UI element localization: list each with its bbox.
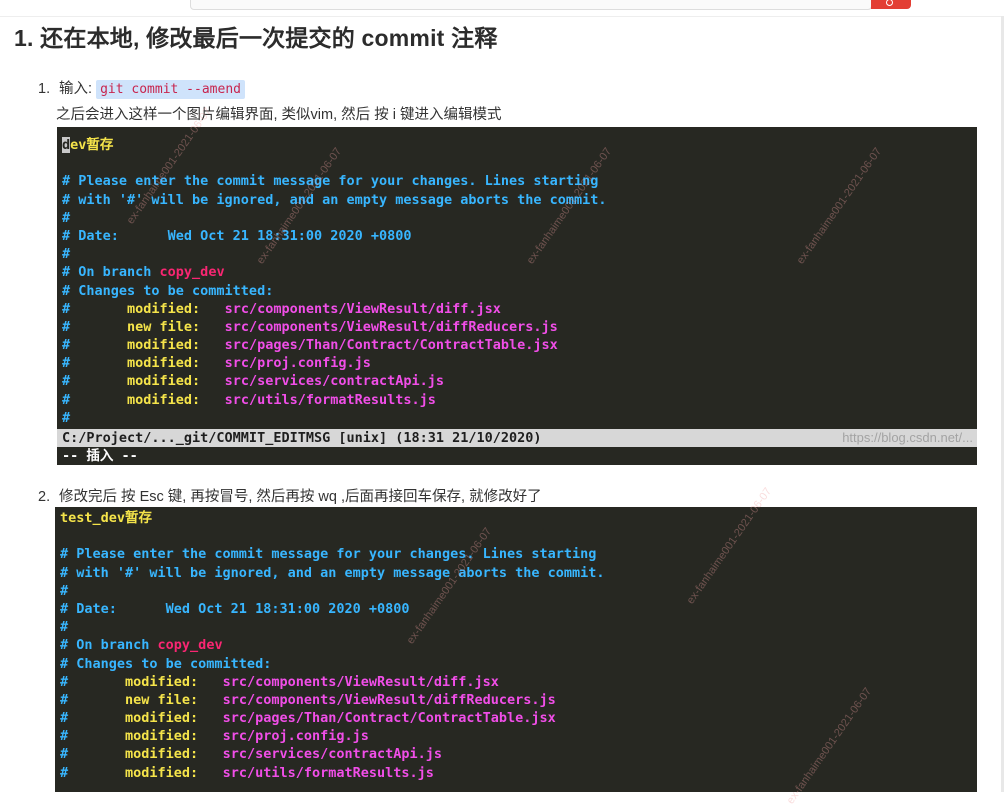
file-path: src/components/ViewResult/diff.jsx [222, 673, 499, 690]
terminal-line: # Date: Wed Oct 21 18:31:00 2020 +0800 [60, 600, 410, 617]
branch-prefix: # On branch [60, 637, 158, 654]
comment-hash: # [62, 391, 128, 408]
step-number: 1. [38, 81, 51, 97]
step-1: 1. 输入: git commit --amend [38, 77, 245, 99]
file-status: modified: [127, 373, 201, 390]
file-path: src/proj.config.js [222, 728, 369, 745]
terminal-line: # Please enter the commit message for yo… [60, 546, 597, 563]
file-path: src/components/ViewResult/diff.jsx [224, 300, 501, 317]
comment-hash: # [62, 337, 128, 354]
changed-file-row: # modified: src/services/contractApi.js [57, 372, 977, 390]
file-path: src/proj.config.js [224, 355, 371, 372]
file-path: src/utils/formatResults.js [224, 391, 436, 408]
blog-url-watermark: https://blog.csdn.net/... [842, 430, 973, 445]
file-status: modified: [127, 300, 201, 317]
terminal-line: # [62, 209, 71, 226]
file-status: modified: [127, 355, 201, 372]
terminal-line: # Date: Wed Oct 21 18:31:00 2020 +0800 [62, 227, 412, 244]
vim-mode-indicator: -- 插入 -- [62, 448, 138, 464]
terminal-screenshot-2: test_dev暂存 # Please enter the commit mes… [55, 507, 977, 792]
file-status: new file: [125, 691, 199, 708]
file-path: src/pages/Than/Contract/ContractTable.js… [224, 337, 558, 354]
file-status: modified: [127, 337, 201, 354]
commit-title-line: test_dev暂存 [60, 510, 153, 526]
changed-file-row: # modified: src/pages/Than/Contract/Cont… [55, 709, 977, 727]
changes-header: # Changes to be committed: [62, 282, 274, 299]
changes-header: # Changes to be committed: [60, 655, 272, 672]
file-status: modified: [125, 746, 199, 763]
comment-hash: # [60, 710, 126, 727]
terminal-line: # [62, 409, 71, 426]
comment-hash: # [60, 764, 126, 781]
comment-hash: # [60, 673, 126, 690]
changed-file-row: # new file: src/components/ViewResult/di… [57, 318, 977, 336]
comment-hash: # [60, 691, 126, 708]
changed-file-row: # modified: src/services/contractApi.js [55, 745, 977, 763]
terminal-line: # Please enter the commit message for yo… [62, 173, 599, 190]
changed-file-row: # new file: src/components/ViewResult/di… [55, 691, 977, 709]
step-2: 2. 修改完后 按 Esc 键, 再按冒号, 然后再按 wq ,后面再接回车保存… [38, 485, 542, 506]
branch-prefix: # On branch [62, 264, 160, 281]
terminal-line: # with '#' will be ignored, and an empty… [60, 564, 605, 581]
terminal-line: # [60, 619, 69, 636]
file-path: src/components/ViewResult/diffReducers.j… [224, 318, 558, 335]
branch-line: # On branch copy_dev [55, 636, 977, 654]
file-path: src/components/ViewResult/diffReducers.j… [222, 691, 556, 708]
vim-status-bar: C:/Project/..._git/COMMIT_EDITMSG [unix]… [57, 429, 977, 447]
file-path: src/services/contractApi.js [222, 746, 443, 763]
changed-file-row: # modified: src/proj.config.js [55, 727, 977, 745]
inline-code: git commit --amend [96, 80, 245, 99]
comment-hash: # [62, 318, 128, 335]
file-path: src/utils/formatResults.js [222, 764, 434, 781]
file-status: modified: [125, 764, 199, 781]
step-number: 2. [38, 489, 51, 505]
top-toolbar [0, 0, 1004, 17]
cursor: d [62, 137, 71, 153]
comment-hash: # [60, 728, 126, 745]
file-status: modified: [125, 673, 199, 690]
search-input[interactable] [190, 0, 872, 10]
terminal-line: # with '#' will be ignored, and an empty… [62, 191, 607, 208]
changed-file-row: # modified: src/proj.config.js [57, 354, 977, 372]
changed-file-row: # modified: src/utils/formatResults.js [57, 391, 977, 409]
search-button[interactable] [871, 0, 911, 9]
changed-file-row: # modified: src/components/ViewResult/di… [55, 673, 977, 691]
terminal-line: # [62, 246, 71, 263]
file-path: src/services/contractApi.js [224, 373, 445, 390]
changed-file-row: # modified: src/components/ViewResult/di… [57, 300, 977, 318]
branch-name: copy_dev [157, 637, 223, 654]
terminal-line: # [60, 582, 69, 599]
file-path: src/pages/Than/Contract/ContractTable.js… [222, 710, 556, 727]
file-status: modified: [127, 391, 201, 408]
comment-hash: # [62, 373, 128, 390]
file-status: new file: [127, 318, 201, 335]
commit-title-line: dev暂存 [62, 137, 114, 153]
comment-hash: # [60, 746, 126, 763]
comment-hash: # [62, 355, 128, 372]
section-heading: 1. 还在本地, 修改最后一次提交的 commit 注释 [14, 25, 498, 51]
changed-file-row: # modified: src/pages/Than/Contract/Cont… [57, 336, 977, 354]
changed-file-row: # modified: src/utils/formatResults.js [55, 764, 977, 782]
terminal-screenshot-1: dev暂存 # Please enter the commit message … [57, 127, 977, 465]
branch-name: copy_dev [159, 264, 225, 281]
step-text: 修改完后 按 Esc 键, 再按冒号, 然后再按 wq ,后面再接回车保存, 就… [59, 489, 542, 505]
file-status: modified: [125, 728, 199, 745]
step-label: 输入: [59, 81, 93, 97]
branch-line: # On branch copy_dev [57, 263, 977, 281]
comment-hash: # [62, 300, 128, 317]
step-1-description: 之后会进入这样一个图片编辑界面, 类似vim, 然后 按 i 键进入编辑模式 [56, 107, 502, 123]
file-status: modified: [125, 710, 199, 727]
